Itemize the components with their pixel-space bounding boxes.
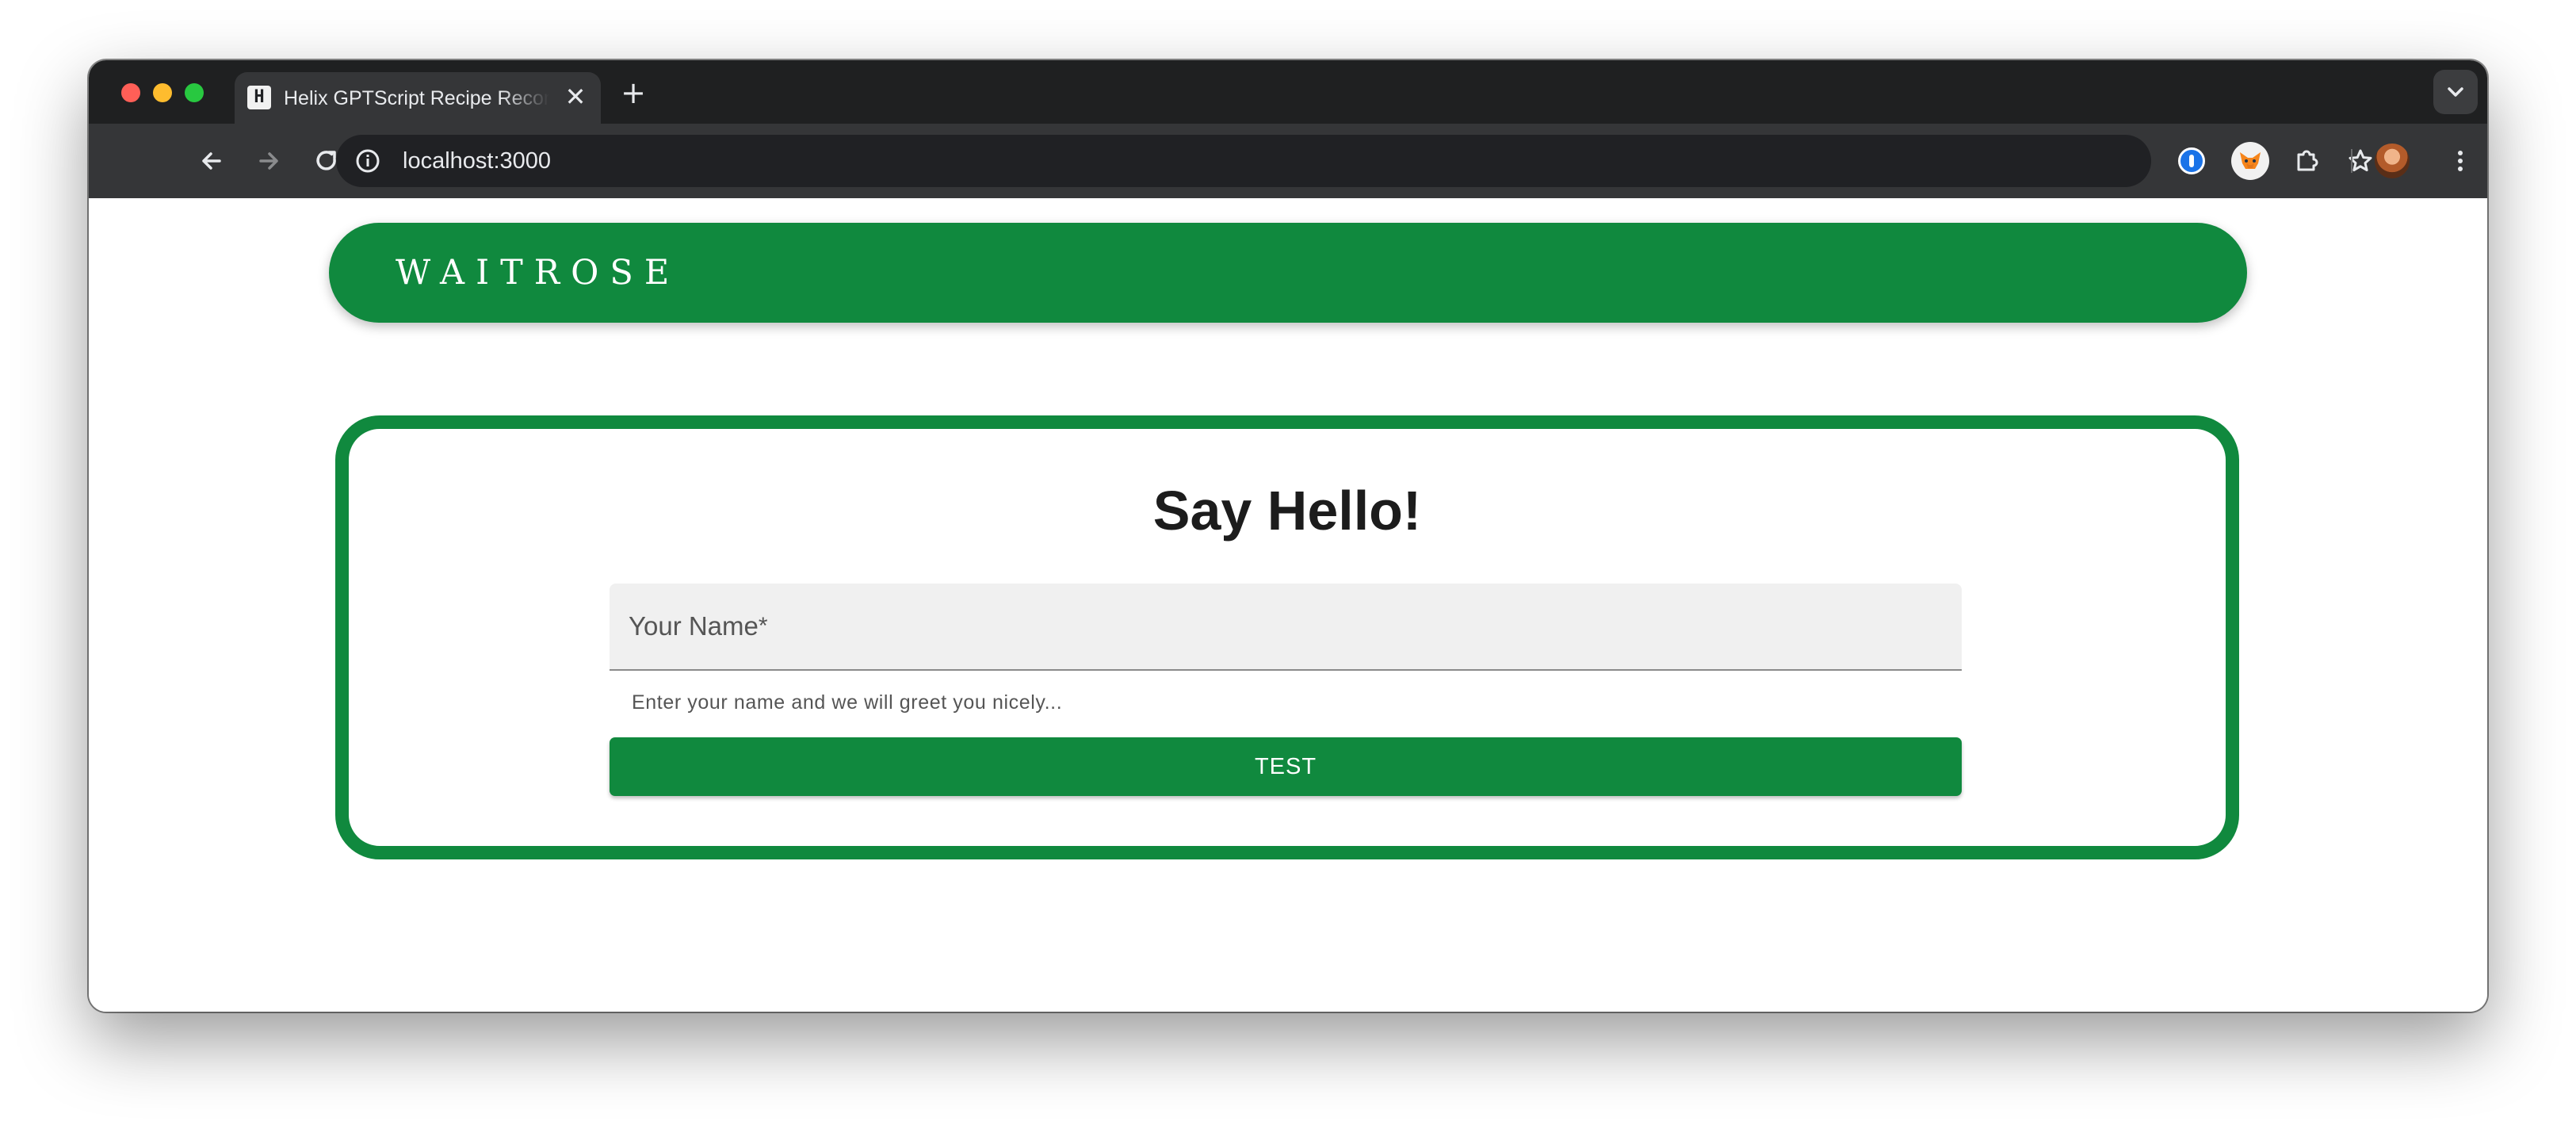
tab-search-button[interactable] xyxy=(2433,70,2478,114)
profile-avatar[interactable] xyxy=(2375,144,2410,178)
tab-favicon-icon: H xyxy=(247,86,271,109)
chevron-down-icon xyxy=(2448,87,2463,97)
metamask-fox-icon[interactable] xyxy=(2231,142,2269,180)
more-menu-button[interactable] xyxy=(2441,142,2479,180)
tab-title: Helix GPTScript Recipe Recommender xyxy=(284,87,549,109)
hello-card: Say Hello! Your Name* Enter your name an… xyxy=(335,415,2239,859)
browser-tab[interactable]: H Helix GPTScript Recipe Recommender ✕ xyxy=(235,72,601,124)
address-bar[interactable]: localhost:3000 xyxy=(336,135,2372,187)
address-url[interactable]: localhost:3000 xyxy=(403,135,551,187)
window-maximize-button[interactable] xyxy=(185,83,204,102)
brand-logo[interactable]: WAITROSE xyxy=(396,223,680,323)
window-close-button[interactable] xyxy=(121,83,140,102)
name-input[interactable]: Your Name* xyxy=(610,584,1962,671)
name-helper-text: Enter your name and we will greet you ni… xyxy=(632,691,1063,714)
window-minimize-button[interactable] xyxy=(153,83,172,102)
site-header: WAITROSE xyxy=(329,223,2247,323)
more-vertical-icon xyxy=(2458,151,2463,171)
browser-toolbar: localhost:3000 xyxy=(89,124,2487,198)
forward-button[interactable] xyxy=(250,142,288,180)
card-title: Say Hello! xyxy=(1152,480,1422,542)
back-button[interactable] xyxy=(193,142,231,180)
test-button[interactable]: TEST xyxy=(610,737,1962,796)
extensions-puzzle-icon xyxy=(2297,150,2318,171)
toolbar-divider xyxy=(2351,149,2352,173)
bookmark-star-icon[interactable] xyxy=(2341,142,2379,180)
tab-strip: H Helix GPTScript Recipe Recommender ✕ + xyxy=(89,60,2487,124)
page-content: WAITROSE Say Hello! Your Name* Enter you… xyxy=(89,198,2487,1012)
password-manager-icon[interactable] xyxy=(2178,147,2205,174)
forward-arrow-icon xyxy=(259,152,278,170)
extensions-button[interactable] xyxy=(2287,142,2326,180)
browser-window: H Helix GPTScript Recipe Recommender ✕ + xyxy=(89,60,2487,1012)
back-arrow-icon xyxy=(202,152,221,170)
site-info-icon[interactable] xyxy=(349,142,387,180)
tab-close-icon[interactable]: ✕ xyxy=(561,82,590,111)
required-marker: * xyxy=(758,613,768,639)
new-tab-icon[interactable]: + xyxy=(617,76,650,109)
name-input-label: Your Name* xyxy=(629,611,768,641)
